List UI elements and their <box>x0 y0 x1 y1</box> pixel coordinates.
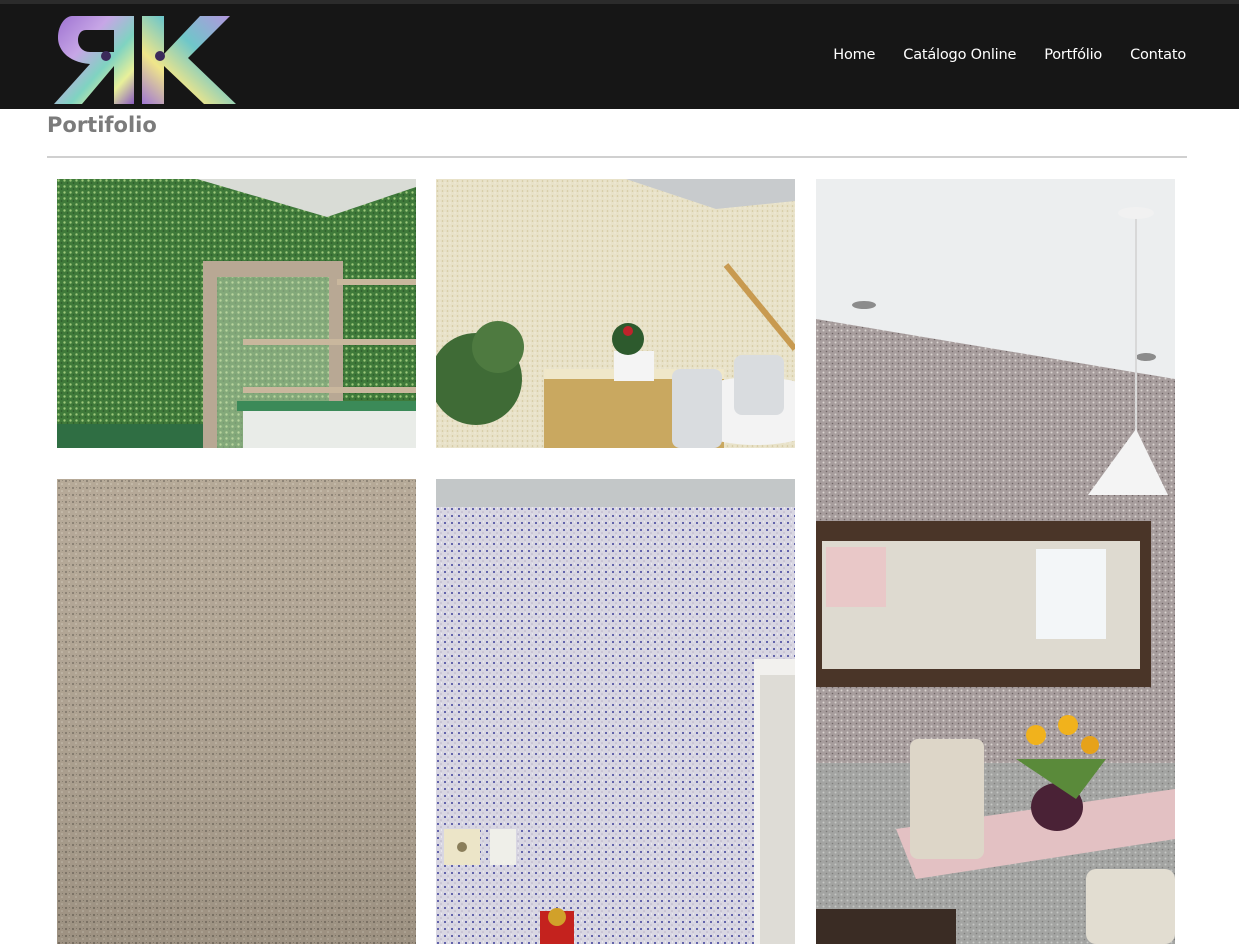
logo-graphic <box>54 16 236 104</box>
nav-catalog-link[interactable]: Catálogo Online <box>903 47 1016 63</box>
nav-portfolio-link[interactable]: Portfólio <box>1044 47 1102 63</box>
gallery-photo-cream-wall[interactable] <box>436 179 795 448</box>
nav-home-link[interactable]: Home <box>833 47 875 63</box>
main-nav: Home Catálogo Online Portfólio Contato <box>833 47 1186 63</box>
page-title: Portifolio <box>47 113 157 137</box>
gallery-photo-blue-speckled-wall[interactable] <box>436 479 795 944</box>
nav-contact-link[interactable]: Contato <box>1130 47 1186 63</box>
gallery-photo-green-wall[interactable] <box>57 179 416 448</box>
site-header: Home Catálogo Online Portfólio Contato <box>0 0 1239 109</box>
site-logo[interactable] <box>42 8 236 110</box>
gallery-photo-beige-wall[interactable] <box>57 479 416 944</box>
title-divider <box>47 156 1187 158</box>
gallery-photo-gray-wall-mirror[interactable] <box>816 179 1175 944</box>
